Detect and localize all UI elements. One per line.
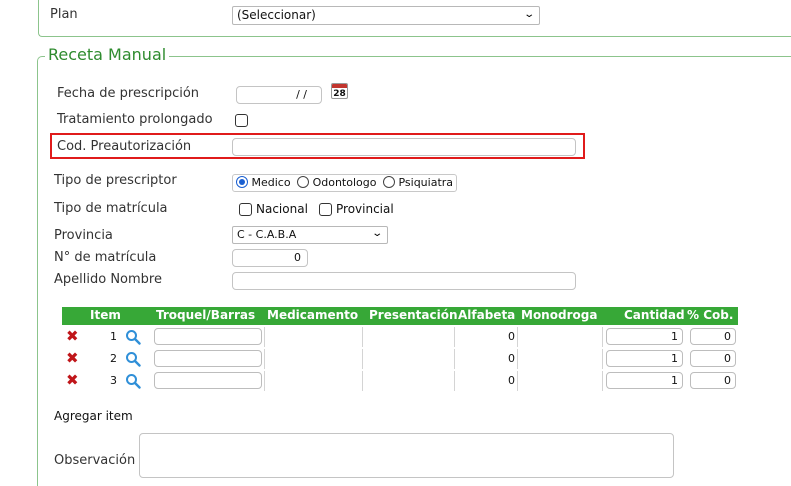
radio-psiquiatra-label: Psiquiatra	[398, 176, 454, 189]
plan-select-value: (Seleccionar)	[237, 8, 316, 22]
col-monodroga: Monodroga	[521, 308, 598, 322]
agregar-item-link[interactable]: Agregar item	[54, 409, 133, 423]
row-alfabeta: 0	[508, 352, 515, 365]
row-cob: 0	[724, 374, 731, 387]
chevron-down-icon: ⌄	[370, 228, 383, 239]
row-item-number: 1	[110, 330, 117, 343]
col-cantidad: Cantidad	[624, 308, 685, 322]
chevron-down-icon: ⌄	[522, 9, 535, 20]
search-icon[interactable]	[125, 329, 141, 345]
cantidad-input[interactable]: 1	[606, 372, 683, 389]
troquel-input[interactable]	[154, 350, 262, 367]
tipo-prescriptor-label: Tipo de prescriptor	[54, 173, 177, 188]
troquel-input[interactable]	[154, 328, 262, 345]
fecha-input[interactable]: / /	[236, 86, 322, 104]
cob-input[interactable]: 0	[690, 328, 736, 345]
observacion-textarea[interactable]	[139, 433, 674, 478]
row-item-number: 3	[110, 374, 117, 387]
delete-icon[interactable]: ✖	[66, 372, 79, 388]
cantidad-input[interactable]: 1	[606, 328, 683, 345]
provincial-checkbox[interactable]	[319, 203, 332, 216]
tipo-prescriptor-group: Medico Odontologo Psiquiatra	[232, 174, 458, 192]
tratamiento-checkbox[interactable]	[235, 114, 248, 127]
delete-icon[interactable]: ✖	[66, 350, 79, 366]
nro-matricula-value: 0	[294, 251, 301, 264]
row-item-number: 2	[110, 352, 117, 365]
provincial-label: Provincial	[336, 202, 394, 216]
plan-select[interactable]: (Seleccionar) ⌄	[232, 6, 540, 25]
radio-psiquiatra[interactable]	[382, 176, 395, 188]
cantidad-input[interactable]: 1	[606, 350, 683, 367]
provincia-label: Provincia	[54, 228, 113, 243]
radio-medico-label: Medico	[251, 176, 291, 189]
preautorizacion-label: Cod. Preautorización	[57, 139, 192, 154]
apellido-label: Apellido Nombre	[54, 272, 162, 287]
observacion-label: Observación	[54, 453, 136, 468]
apellido-input[interactable]	[232, 272, 576, 290]
row-cantidad: 1	[671, 352, 678, 365]
row-cantidad: 1	[671, 330, 678, 343]
troquel-input[interactable]	[154, 372, 262, 389]
nacional-label: Nacional	[256, 202, 308, 216]
nro-matricula-input[interactable]: 0	[232, 249, 308, 267]
delete-icon[interactable]: ✖	[66, 328, 79, 344]
section-title: Receta Manual	[45, 45, 170, 64]
search-icon[interactable]	[125, 351, 141, 367]
fecha-label: Fecha de prescripción	[57, 86, 200, 101]
radio-odontologo[interactable]	[297, 176, 310, 188]
nro-matricula-label: N° de matrícula	[54, 250, 157, 265]
col-alfabeta: Alfabeta	[458, 308, 516, 322]
row-alfabeta: 0	[508, 374, 515, 387]
radio-odontologo-label: Odontologo	[312, 176, 377, 189]
col-medicamento: Medicamento	[267, 308, 359, 322]
table-row: ✖ 1 0 1 0	[62, 327, 738, 347]
row-alfabeta: 0	[508, 330, 515, 343]
col-item: Item	[90, 308, 121, 322]
preautorizacion-input[interactable]	[232, 138, 576, 156]
cob-input[interactable]: 0	[690, 350, 736, 367]
calendar-icon[interactable]: 28	[331, 83, 348, 99]
fecha-value: / /	[296, 88, 307, 101]
plan-label: Plan	[50, 7, 78, 22]
calendar-day: 28	[333, 89, 346, 99]
col-troquel: Troquel/Barras	[156, 308, 256, 322]
table-row: ✖ 2 0 1 0	[62, 349, 738, 369]
provincia-value: C - C.A.B.A	[237, 228, 297, 241]
table-row: ✖ 3 0 1 0	[62, 371, 738, 391]
search-icon[interactable]	[125, 373, 141, 389]
provincia-select[interactable]: C - C.A.B.A ⌄	[232, 226, 388, 244]
row-cob: 0	[724, 352, 731, 365]
row-cantidad: 1	[671, 374, 678, 387]
tipo-matricula-label: Tipo de matrícula	[54, 201, 168, 216]
radio-medico[interactable]	[236, 176, 248, 188]
col-presentacion: Presentación	[369, 308, 458, 322]
tratamiento-label: Tratamiento prolongado	[57, 112, 213, 127]
row-cob: 0	[724, 330, 731, 343]
col-cob: % Cob.	[687, 308, 734, 322]
nacional-checkbox[interactable]	[239, 203, 252, 216]
cob-input[interactable]: 0	[690, 372, 736, 389]
items-table-header: Item Troquel/Barras Medicamento Presenta…	[62, 307, 738, 325]
